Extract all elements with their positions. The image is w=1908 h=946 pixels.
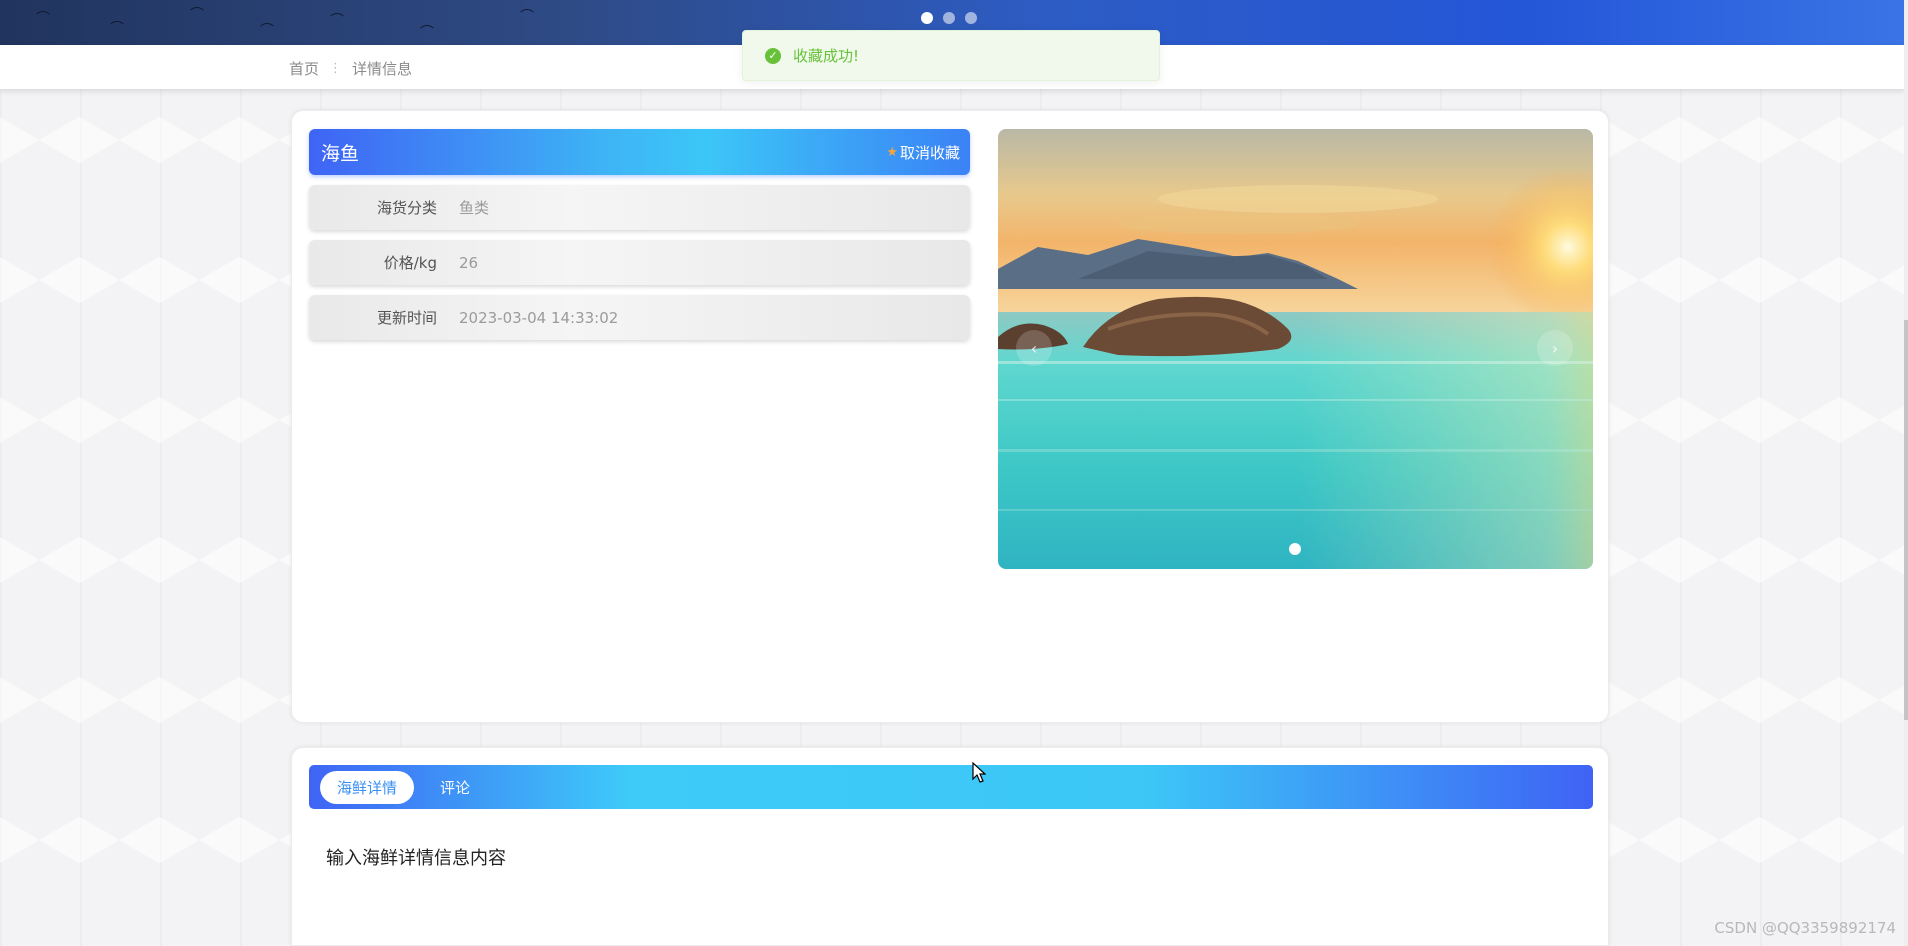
field-value: 26 bbox=[459, 253, 479, 272]
sunset-sea-image bbox=[998, 129, 1593, 569]
banner-dot[interactable] bbox=[943, 12, 955, 24]
mouse-cursor-icon bbox=[972, 762, 986, 783]
watermark: CSDN @QQ3359892174 bbox=[1714, 919, 1896, 937]
bird-decoration: ⌒ bbox=[420, 25, 434, 41]
breadcrumb-current: 详情信息 bbox=[352, 60, 413, 78]
info-row-category: 海货分类 鱼类 bbox=[309, 185, 970, 230]
bird-decoration: ⌒ bbox=[520, 9, 534, 25]
field-label: 更新时间 bbox=[376, 309, 437, 327]
unfavorite-button[interactable]: ★ 取消收藏 bbox=[886, 142, 960, 163]
product-name: 海鱼 bbox=[321, 142, 360, 165]
field-value: 2023-03-04 14:33:02 bbox=[459, 308, 619, 327]
product-card: 海鱼 ★ 取消收藏 海货分类 鱼类 价格/kg 26 更新时间 2023-03-… bbox=[291, 110, 1609, 723]
star-icon: ★ bbox=[886, 144, 898, 160]
unfavorite-label: 取消收藏 bbox=[899, 143, 960, 162]
carousel-next-icon[interactable]: › bbox=[1537, 330, 1573, 366]
info-row-updated: 更新时间 2023-03-04 14:33:02 bbox=[309, 295, 970, 340]
breadcrumb: 首页 ⋮ 详情信息 bbox=[289, 58, 412, 79]
detail-card: 海鲜详情 评论 输入海鲜详情信息内容 bbox=[291, 747, 1609, 946]
tab-seafood-detail[interactable]: 海鲜详情 bbox=[320, 770, 415, 804]
banner-dot[interactable] bbox=[965, 12, 977, 24]
check-circle-icon: ✓ bbox=[765, 47, 781, 64]
bird-decoration: ⌒ bbox=[330, 13, 344, 29]
detail-content: 输入海鲜详情信息内容 bbox=[326, 848, 506, 869]
success-toast: ✓ 收藏成功! bbox=[742, 30, 1160, 81]
field-value: 鱼类 bbox=[459, 199, 490, 217]
field-label: 价格/kg bbox=[383, 254, 437, 272]
tab-comments[interactable]: 评论 bbox=[440, 777, 470, 798]
bird-decoration: ⌒ bbox=[260, 23, 274, 39]
info-row-price: 价格/kg 26 bbox=[309, 240, 970, 285]
toast-message: 收藏成功! bbox=[793, 47, 860, 65]
field-label: 海货分类 bbox=[376, 199, 437, 217]
bird-decoration: ⌒ bbox=[190, 7, 204, 23]
banner-indicator bbox=[921, 12, 977, 24]
banner-dot-active[interactable] bbox=[921, 12, 933, 24]
image-carousel[interactable]: ‹ › bbox=[998, 129, 1593, 569]
detail-tabs: 海鲜详情 评论 bbox=[309, 765, 1593, 809]
bird-decoration: ⌒ bbox=[36, 11, 50, 27]
breadcrumb-home[interactable]: 首页 bbox=[289, 58, 319, 79]
breadcrumb-separator-icon: ⋮ bbox=[329, 61, 343, 76]
product-title-bar: 海鱼 ★ 取消收藏 bbox=[309, 129, 970, 175]
scrollbar-thumb[interactable] bbox=[1904, 320, 1908, 720]
carousel-dot-active[interactable] bbox=[1289, 543, 1301, 555]
bird-decoration: ⌒ bbox=[110, 21, 124, 37]
carousel-prev-icon[interactable]: ‹ bbox=[1016, 330, 1052, 366]
page-scrollbar[interactable] bbox=[1904, 0, 1908, 946]
carousel-indicator bbox=[1289, 543, 1301, 555]
